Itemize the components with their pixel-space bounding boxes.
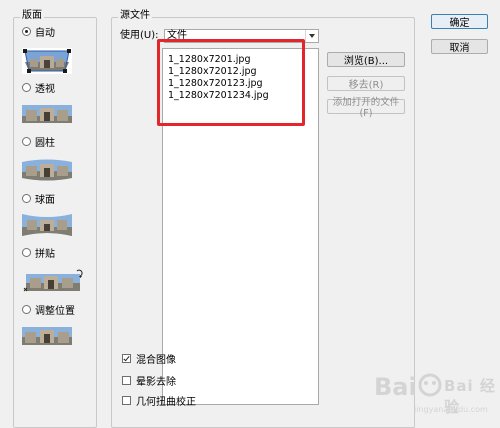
- blend-images-checkbox-row[interactable]: 混合图像: [122, 351, 176, 366]
- radio-auto-indicator[interactable]: [22, 26, 31, 36]
- perspective-preview-thumbnail: [22, 101, 72, 127]
- vignette-removal-checkbox[interactable]: [122, 375, 131, 385]
- radio-collage-indicator[interactable]: [22, 247, 31, 257]
- add-open-files-button[interactable]: 添加打开的文件(F): [327, 97, 405, 119]
- use-label: 使用(U):: [120, 30, 159, 41]
- radio-auto[interactable]: 自动: [22, 24, 55, 39]
- ok-button[interactable]: 确定: [431, 14, 488, 29]
- radio-reposition-label: 调整位置: [35, 305, 75, 317]
- radio-spherical-label: 球面: [35, 194, 55, 206]
- radio-perspective-indicator[interactable]: [22, 82, 31, 92]
- radio-perspective-label: 透视: [35, 83, 55, 95]
- reposition-preview-thumbnail: [22, 323, 72, 349]
- remove-button[interactable]: 移去(R): [327, 76, 405, 91]
- baidu-jingyan-watermark: Bai Bai 经验 jingyan.baidu.com: [372, 365, 498, 423]
- geometric-distortion-label: 几何扭曲校正: [136, 396, 196, 408]
- highlight-box: [157, 39, 305, 126]
- vignette-removal-label: 晕影去除: [136, 376, 176, 388]
- blend-images-label: 混合图像: [136, 354, 176, 366]
- radio-reposition-indicator[interactable]: [22, 304, 31, 314]
- spherical-preview-thumbnail: [22, 212, 72, 238]
- radio-spherical[interactable]: 球面: [22, 191, 55, 206]
- radio-perspective[interactable]: 透视: [22, 80, 55, 95]
- vignette-removal-checkbox-row[interactable]: 晕影去除: [122, 373, 176, 388]
- browse-button[interactable]: 浏览(B)...: [327, 52, 405, 67]
- watermark-sub: jingyan.baidu.com: [414, 405, 488, 414]
- radio-cylindrical-label: 圆柱: [35, 137, 55, 149]
- source-files-group-title: 源文件: [118, 10, 152, 22]
- auto-preview-thumbnail: [22, 48, 72, 74]
- radio-collage-label: 拼贴: [35, 248, 55, 260]
- geometric-distortion-checkbox[interactable]: [122, 395, 131, 405]
- radio-auto-label: 自动: [35, 27, 55, 39]
- radio-reposition[interactable]: 调整位置: [22, 302, 75, 317]
- geometric-distortion-checkbox-row[interactable]: 几何扭曲校正: [122, 393, 196, 408]
- radio-cylindrical[interactable]: 圆柱: [22, 134, 55, 149]
- collage-preview-thumbnail: [22, 268, 84, 296]
- radio-collage[interactable]: 拼贴: [22, 245, 55, 260]
- chevron-down-icon[interactable]: [305, 30, 317, 42]
- radio-spherical-indicator[interactable]: [22, 193, 31, 203]
- blend-images-checkbox[interactable]: [122, 353, 131, 363]
- cancel-button[interactable]: 取消: [431, 39, 488, 54]
- cylindrical-preview-thumbnail: [22, 157, 72, 183]
- svg-text:Bai: Bai: [374, 373, 417, 401]
- radio-cylindrical-indicator[interactable]: [22, 136, 31, 146]
- layout-group-title: 版面: [20, 10, 44, 22]
